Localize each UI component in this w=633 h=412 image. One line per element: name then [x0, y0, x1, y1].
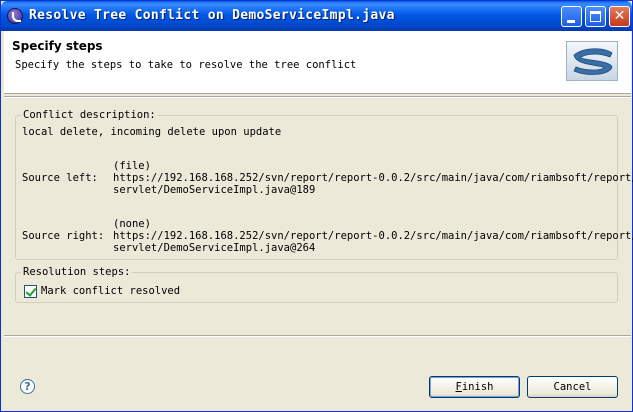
source-right-kind: (none): [113, 218, 151, 230]
subversive-logo-icon: [566, 41, 618, 81]
help-icon[interactable]: ?: [20, 379, 35, 394]
dialog-window: Resolve Tree Conflict on DemoServiceImpl…: [0, 0, 633, 412]
source-right-url-line1: https://192.168.168.252/svn/report/repor…: [113, 230, 633, 242]
conflict-description-legend: Conflict description:: [21, 109, 158, 121]
maximize-icon: [590, 11, 601, 22]
finish-label: inish: [461, 381, 494, 393]
footer-separator: [4, 335, 631, 337]
window-title: Resolve Tree Conflict on DemoServiceImpl…: [29, 8, 395, 23]
finish-button[interactable]: Finish: [429, 376, 520, 398]
source-left-url-line2: servlet/DemoServiceImpl.java@189: [113, 184, 316, 196]
resolution-steps-group: Resolution steps: Mark conflict resolved: [15, 266, 618, 303]
source-right-url-line2: servlet/DemoServiceImpl.java@264: [113, 242, 316, 254]
source-left-label: Source left:: [22, 172, 98, 184]
minimize-button[interactable]: [561, 6, 582, 27]
conflict-description-group: Conflict description: local delete, inco…: [15, 109, 633, 260]
close-icon: ✕: [613, 8, 626, 24]
resolution-steps-legend: Resolution steps:: [21, 266, 133, 278]
header-separator: [4, 96, 631, 98]
mark-conflict-resolved-label[interactable]: Mark conflict resolved: [41, 285, 180, 297]
page-description: Specify the steps to take to resolve the…: [15, 59, 357, 71]
minimize-icon: [567, 20, 575, 23]
conflict-summary: local delete, incoming delete upon updat…: [22, 126, 282, 138]
source-right-label: Source right:: [22, 230, 105, 242]
page-title: Specify steps: [12, 39, 103, 53]
cancel-button[interactable]: Cancel: [527, 376, 618, 398]
wizard-header: Specify steps Specify the steps to take …: [4, 31, 631, 94]
maximize-button[interactable]: [585, 6, 606, 27]
close-button[interactable]: ✕: [609, 6, 630, 27]
source-left-kind: (file): [113, 160, 151, 172]
mark-conflict-resolved-checkbox[interactable]: [24, 285, 37, 298]
eclipse-icon: [7, 8, 23, 24]
title-bar[interactable]: Resolve Tree Conflict on DemoServiceImpl…: [1, 1, 632, 31]
source-left-url-line1: https://192.168.168.252/svn/report/repor…: [113, 172, 633, 184]
